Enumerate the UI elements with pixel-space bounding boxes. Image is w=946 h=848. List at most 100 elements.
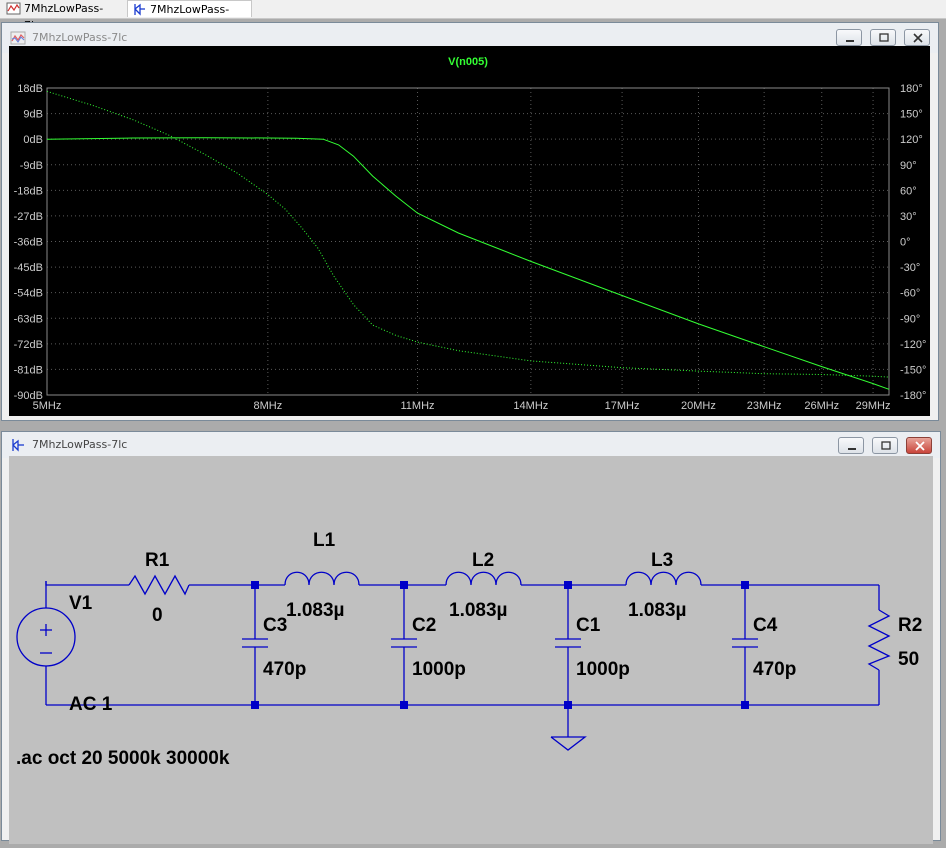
y-tick-label: 0dB [23,134,43,146]
tab-schematic[interactable]: 7MhzLowPass-7lc [127,0,252,33]
maximize-button[interactable] [870,29,896,46]
minimize-icon [846,40,854,42]
minimize-icon [848,448,856,450]
y-tick-label: -18dB [14,185,43,197]
inductor-l2[interactable] [445,571,522,586]
junction-dot [251,701,259,709]
schematic-icon [12,439,24,452]
c2-value[interactable]: 1000p [412,659,466,680]
l1-label[interactable]: L1 [313,530,336,551]
c3-label[interactable]: C3 [263,615,287,636]
y-tick-label: -81dB [14,364,43,376]
c1-label[interactable]: C1 [576,615,601,636]
junction-dot [741,701,749,709]
maximize-button[interactable] [872,437,898,454]
bode-plot[interactable]: V(n005) 18dB 180° 9dB 150° 0dB 120° -9dB 90° -18… [9,46,930,416]
y-tick-label: -27dB [14,211,43,223]
waveform-plot-area[interactable]: V(n005) 18dB 180° 9dB 150° 0dB 120° -9dB 90° -18… [9,46,930,416]
x-tick-label: 11MHz [401,400,435,412]
v1-label[interactable]: V1 [69,593,93,614]
y-tick-label: -63dB [14,313,43,325]
r2-value[interactable]: 50 [898,649,919,670]
y2-tick-label: 150° [900,109,923,121]
y2-tick-label: -120° [900,339,926,351]
close-button[interactable] [904,29,930,46]
close-button[interactable] [906,437,932,454]
inductor-l1[interactable] [284,571,360,586]
y-tick-label: -36dB [14,237,43,249]
trace-title[interactable]: V(n005) [448,56,488,68]
waveform-viewer-icon [10,31,26,45]
resistor-r1[interactable] [128,574,190,596]
capacitor-c3[interactable] [242,585,268,705]
junction-dot [400,701,408,709]
c4-label[interactable]: C4 [753,615,778,636]
close-icon [913,33,923,43]
waveform-window: 7MhzLowPass-7lc V(n005) 18dB 180° 9dB 150° 0… [1,22,939,421]
c1-value[interactable]: 1000p [576,659,630,680]
minimize-button[interactable] [836,29,862,46]
inductor-l3[interactable] [625,571,702,586]
x-tick-label: 23MHz [747,400,782,412]
capacitor-c4[interactable] [732,585,758,705]
x-tick-label: 17MHz [605,400,640,412]
v1-value[interactable]: AC 1 [69,694,113,715]
x-tick-label: 14MHz [513,400,548,412]
window-title: 7MhzLowPass-7lc [32,31,128,44]
circuit-schematic[interactable]: V1 AC 1 R1 0 L1 1.083µ L2 1.083µ L3 1.08… [9,456,933,844]
capacitor-c2[interactable] [391,585,417,705]
traces [46,90,890,390]
y-tick-label: -45dB [14,262,43,274]
y-tick-label: 9dB [23,109,43,121]
schematic-icon [134,3,145,16]
r1-value[interactable]: 0 [152,605,163,626]
axis-tick-labels: 18dB 180° 9dB 150° 0dB 120° -9dB 90° -18dB 60° -27… [14,83,927,412]
ground-symbol[interactable] [550,705,587,751]
l2-label[interactable]: L2 [472,550,494,571]
junction-dot [741,581,749,589]
c2-label[interactable]: C2 [412,615,436,636]
c4-value[interactable]: 470p [753,659,796,680]
window-title: 7MhzLowPass-7lc [32,438,128,451]
document-tab-bar: 7MhzLowPass-7lc 7MhzLowPass-7lc [0,0,946,33]
x-tick-label: 5MHz [33,400,62,412]
y2-tick-label: 0° [900,237,911,249]
x-tick-label: 8MHz [254,400,283,412]
l1-value[interactable]: 1.083µ [286,600,345,621]
schematic-canvas[interactable]: V1 AC 1 R1 0 L1 1.083µ L2 1.083µ L3 1.08… [9,456,933,844]
restore-icon [879,33,889,42]
minimize-button[interactable] [838,437,864,454]
x-tick-label: 20MHz [681,400,716,412]
phase-trace[interactable] [46,90,890,378]
y2-tick-label: 90° [900,160,917,172]
x-tick-label: 29MHz [856,400,891,412]
schematic-title-bar[interactable]: 7MhzLowPass-7lc [2,432,940,458]
y2-tick-label: 120° [900,134,923,146]
y-tick-label: 18dB [17,83,43,95]
y-tick-label: -54dB [14,288,43,300]
y2-tick-label: 30° [900,211,917,223]
schematic-window: 7MhzLowPass-7lc V1 AC 1 R1 0 L1 1.083µ L… [1,431,941,844]
l3-value[interactable]: 1.083µ [628,600,687,621]
voltage-source-v1[interactable] [16,581,76,705]
resistor-r2[interactable] [867,609,891,671]
capacitor-c1[interactable] [555,585,581,705]
junction-dot [400,581,408,589]
y-tick-label: -9dB [20,160,43,172]
l3-label[interactable]: L3 [651,550,673,571]
y2-tick-label: 180° [900,83,923,95]
r2-label[interactable]: R2 [898,615,922,636]
junction-dot [251,581,259,589]
junction-dot [564,581,572,589]
tab-waveform[interactable]: 7MhzLowPass-7lc [2,0,126,32]
l2-value[interactable]: 1.083µ [449,600,508,621]
grid [46,87,889,396]
y2-tick-label: -180° [900,390,926,402]
x-tick-label: 26MHz [804,400,839,412]
spice-directive[interactable]: .ac oct 20 5000k 30000k [16,748,230,769]
close-icon [915,441,925,451]
y2-tick-label: -60° [900,288,920,300]
y2-tick-label: 60° [900,185,917,197]
r1-label[interactable]: R1 [145,550,170,571]
c3-value[interactable]: 470p [263,659,306,680]
